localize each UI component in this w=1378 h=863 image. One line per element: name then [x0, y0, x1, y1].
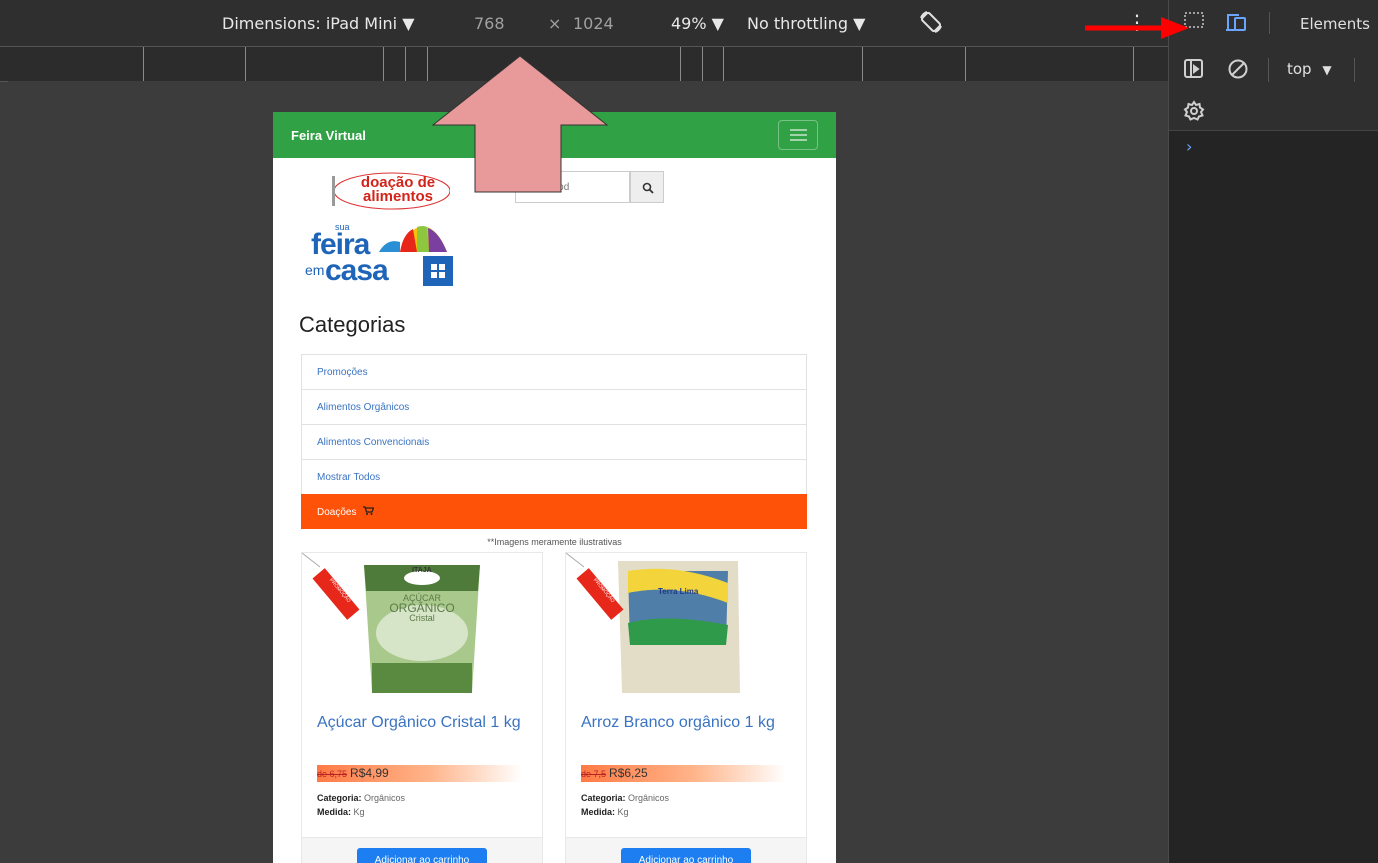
product-image[interactable]: Terra Lima PROMOÇÃO	[566, 553, 806, 698]
width-input[interactable]: 768	[474, 14, 505, 33]
ruler-tick	[1133, 47, 1134, 81]
clear-console-icon[interactable]	[1227, 58, 1249, 84]
current-price: R$4,99	[350, 766, 389, 780]
caret-down-icon: ▼	[1322, 63, 1332, 77]
category-value: Orgânicos	[628, 793, 670, 803]
hamburger-line	[790, 129, 807, 131]
categories-list: Promoções Alimentos Orgânicos Alimentos …	[301, 354, 807, 529]
console-area[interactable]: ›	[1169, 131, 1378, 863]
card-footer: Adicionar ao carrinho	[302, 837, 542, 863]
old-price: de 6,75	[317, 769, 348, 779]
measure-value: Kg	[353, 807, 365, 817]
height-input[interactable]: 1024	[573, 14, 614, 33]
console-settings-row	[1169, 94, 1378, 131]
category-label: Categoria:	[581, 793, 626, 803]
ruler-tick	[702, 47, 703, 81]
package-brand: ITAJA	[412, 567, 432, 574]
product-title[interactable]: Açúcar Orgânico Cristal 1 kg	[317, 713, 532, 733]
search-button[interactable]	[630, 171, 664, 203]
product-card: ITAJA AÇÚCAR ORGÂNICO Cristal PROMOÇÃO A…	[301, 552, 543, 863]
ruler-tick	[143, 47, 144, 81]
package-line2: ORGÂNICO	[389, 601, 455, 615]
feira-em-casa-logo[interactable]: sua feira em casa	[305, 220, 469, 292]
devtools-panel: Elements top ▼ ›	[1168, 0, 1378, 863]
device-toolbar: Dimensions: iPad Mini ▼ 768 × 1024 49% ▼…	[0, 0, 1168, 46]
product-image[interactable]: ITAJA AÇÚCAR ORGÂNICO Cristal PROMOÇÃO	[302, 553, 542, 698]
ruler-tick	[862, 47, 863, 81]
product-price: de 6,75 R$4,99	[317, 765, 522, 782]
ruler-tick	[383, 47, 384, 81]
throttling-label: No throttling	[747, 14, 849, 33]
add-to-cart-button[interactable]: Adicionar ao carrinho	[621, 848, 751, 863]
package-brand: Terra Lima	[658, 587, 699, 596]
caret-down-icon: ▼	[853, 14, 866, 33]
tab-separator	[1269, 12, 1270, 34]
measure-label: Medida:	[581, 807, 616, 817]
category-item-convencionais[interactable]: Alimentos Convencionais	[301, 424, 807, 459]
ruler-tick	[245, 47, 246, 81]
product-meta: Categoria: Orgânicos Medida: Kg	[581, 791, 669, 819]
categories-title: Categorias	[299, 312, 406, 337]
throttling-dropdown[interactable]: No throttling ▼	[747, 14, 865, 33]
pink-annotation-arrow	[432, 55, 608, 193]
red-annotation-arrow	[1085, 17, 1189, 39]
ruler-tick	[405, 47, 406, 81]
measure-value: Kg	[617, 807, 629, 817]
context-label: top	[1287, 60, 1312, 78]
console-toolbar: top ▼	[1169, 46, 1378, 94]
category-item-mostrar-todos[interactable]: Mostrar Todos	[301, 459, 807, 494]
logo2-casa: casa	[325, 254, 389, 287]
current-price: R$6,25	[609, 766, 648, 780]
dimensions-dropdown[interactable]: Dimensions: iPad Mini ▼	[222, 14, 415, 33]
caret-down-icon: ▼	[402, 14, 415, 33]
context-dropdown[interactable]: top ▼	[1287, 60, 1332, 78]
devtools-tabbar: Elements	[1169, 0, 1378, 47]
category-label: Categoria:	[317, 793, 362, 803]
zoom-dropdown[interactable]: 49% ▼	[671, 14, 724, 33]
device-toggle-icon[interactable]	[1225, 11, 1251, 37]
navbar-brand[interactable]: Feira Virtual	[291, 128, 366, 143]
disclaimer-text: **Imagens meramente ilustrativas	[487, 537, 622, 547]
category-item-promocoes[interactable]: Promoções	[301, 354, 807, 389]
product-title[interactable]: Arroz Branco orgânico 1 kg	[581, 713, 796, 733]
ruler-tick	[427, 47, 428, 81]
category-item-organicos[interactable]: Alimentos Orgânicos	[301, 389, 807, 424]
product-meta: Categoria: Orgânicos Medida: Kg	[317, 791, 405, 819]
dimensions-label: Dimensions: iPad Mini	[222, 14, 398, 33]
category-doacoes-label: Doações	[317, 507, 357, 518]
toolbar-separator	[1268, 58, 1269, 82]
ruler-tick	[723, 47, 724, 81]
card-footer: Adicionar ao carrinho	[566, 837, 806, 863]
settings-gear-icon[interactable]	[1183, 100, 1205, 126]
zoom-label: 49%	[671, 14, 707, 33]
product-price: de 7,5 R$6,25	[581, 765, 786, 782]
ruler-tick	[965, 47, 966, 81]
category-value: Orgânicos	[364, 793, 406, 803]
ruler-tick	[680, 47, 681, 81]
hamburger-line	[790, 134, 807, 136]
cart-icon	[363, 506, 375, 515]
emulated-page: Feira Virtual doação de alimentos e seu …	[273, 112, 836, 863]
logo2-em: em	[305, 262, 325, 278]
sidebar-toggle-icon[interactable]	[1183, 58, 1205, 84]
rotate-icon[interactable]	[918, 9, 944, 39]
hamburger-line	[790, 139, 807, 141]
hamburger-menu-button[interactable]	[778, 120, 818, 150]
search-icon	[642, 182, 654, 194]
caret-down-icon: ▼	[711, 14, 724, 33]
measure-label: Medida:	[317, 807, 352, 817]
add-to-cart-button[interactable]: Adicionar ao carrinho	[357, 848, 487, 863]
console-prompt: ›	[1186, 137, 1193, 156]
times-sign: ×	[548, 14, 562, 33]
category-item-doacoes[interactable]: Doações	[301, 494, 807, 529]
product-card: Terra Lima PROMOÇÃO Arroz Branco orgânic…	[565, 552, 807, 863]
tab-elements[interactable]: Elements	[1300, 15, 1370, 33]
toolbar-separator	[1354, 58, 1355, 82]
old-price: de 7,5	[581, 769, 607, 779]
